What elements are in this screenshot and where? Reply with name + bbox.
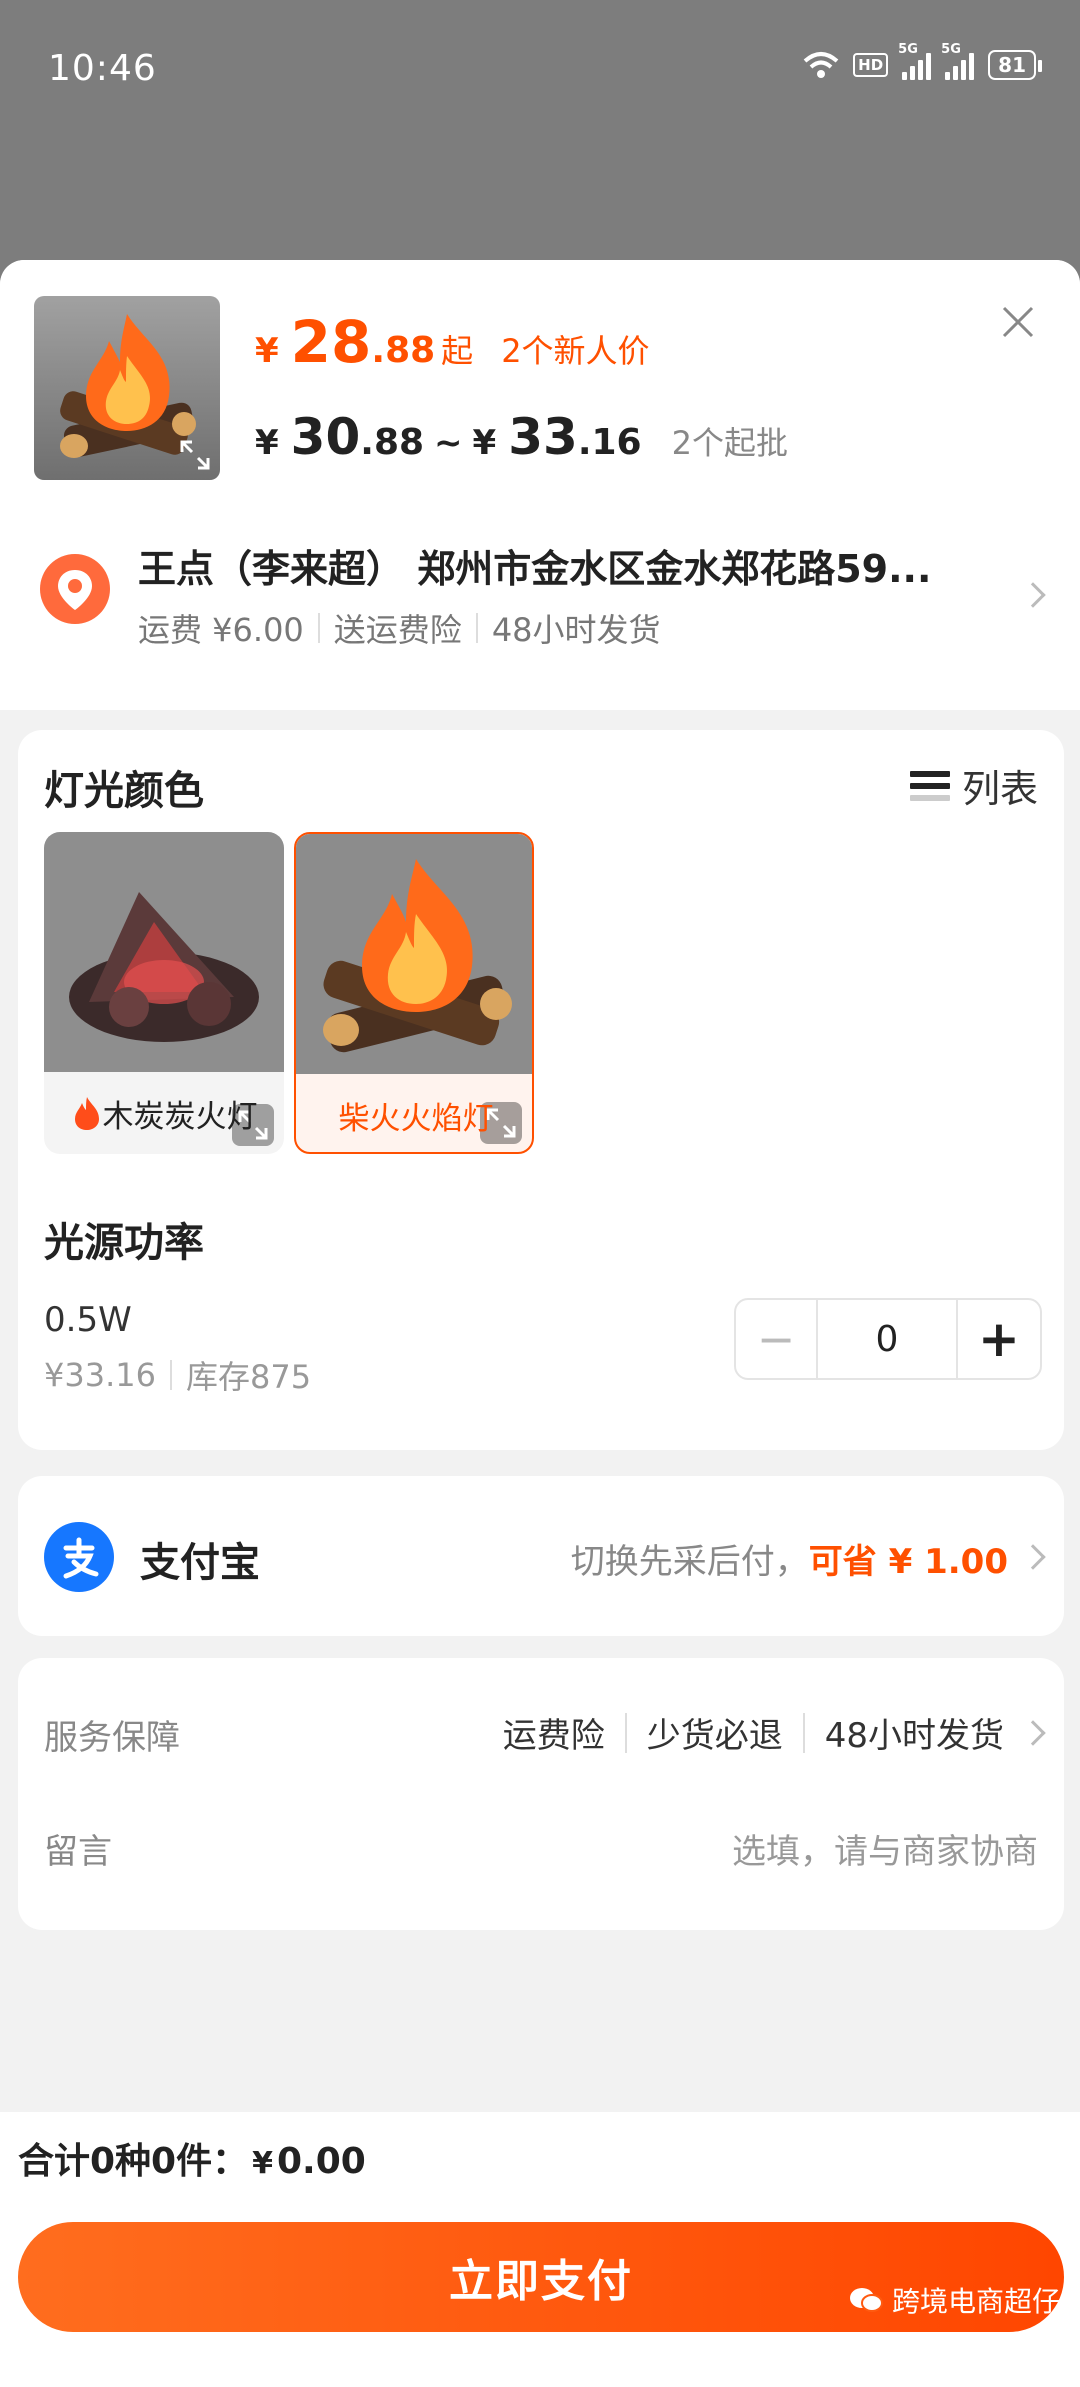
new-user-price: ¥ 28 .88 起 2个新人价 [255, 308, 650, 376]
dispatch-time: 48小时发货 [491, 611, 661, 649]
pay-later-offer: 切换先采后付，可省 ¥ 1.00 [570, 1542, 1008, 1582]
total-amount: 0.00 [276, 2141, 366, 2182]
service-item: 48小时发货 [824, 1716, 1004, 1756]
shipping-fee: 运费 ¥6.00 [138, 611, 304, 649]
power-section-title: 光源功率 [44, 1220, 204, 1266]
expand-icon [180, 440, 210, 470]
service-label: 服务保障 [44, 1718, 180, 1758]
sku-option-firewood[interactable]: 柴火火焰灯 [294, 832, 534, 1154]
shipping-insurance: 送运费险 [333, 611, 462, 649]
service-item: 运费险 [502, 1716, 605, 1756]
chevron-right-icon [1020, 1544, 1046, 1570]
status-time: 10:46 [48, 48, 157, 89]
status-bar: 10:46 HD 5G 5G 81 [0, 0, 1080, 140]
sku-label: 柴火火焰灯 [338, 1100, 494, 1137]
list-view-toggle[interactable]: 列表 [909, 758, 1038, 813]
signal-sim1-icon: 5G [898, 42, 932, 80]
sku-sheet: ¥ 28 .88 起 2个新人价 ¥ 30 .88 ~ ¥ 33 .16 2个起… [0, 260, 1080, 2387]
hd-icon: HD [853, 53, 889, 77]
product-thumbnail[interactable] [34, 296, 220, 480]
list-icon [909, 770, 950, 801]
wechat-icon [849, 2288, 883, 2312]
price-range: ¥ 30 .88 ~ ¥ 33 .16 2个起批 [255, 408, 788, 466]
message-label: 留言 [44, 1832, 112, 1872]
service-list[interactable]: 运费险 少货必退 48小时发货 [503, 1708, 1004, 1757]
address-row[interactable]: 王点（李来超） 郑州市金水区金水郑花路59... 运费 ¥6.00 送运费险 4… [0, 510, 1080, 680]
power-option-meta: ¥33.16 库存875 [44, 1352, 311, 1398]
color-section-title: 灯光颜色 [44, 768, 204, 814]
status-icons: HD 5G 5G 81 [803, 42, 1042, 80]
moq-label: 2个起批 [671, 424, 788, 462]
new-user-price-tag: 2个新人价 [501, 332, 650, 370]
service-item: 少货必退 [646, 1716, 783, 1756]
service-card: 服务保障 运费险 少货必退 48小时发货 留言 选填，请与商家协商 [18, 1658, 1064, 1930]
payment-card[interactable]: 支付宝 切换先采后付，可省 ¥ 1.00 [18, 1476, 1064, 1636]
signal-sim2-icon: 5G [941, 42, 975, 80]
savings-text: 可省 ¥ 1.00 [808, 1542, 1008, 1582]
message-input[interactable]: 选填，请与商家协商 [732, 1824, 1038, 1873]
payment-method-name: 支付宝 [140, 1540, 260, 1586]
firewood-lamp-image [296, 834, 532, 1074]
power-option-price: ¥33.16 [44, 1356, 156, 1394]
decrease-button[interactable]: − [736, 1300, 818, 1378]
sheet-header: ¥ 28 .88 起 2个新人价 ¥ 30 .88 ~ ¥ 33 .16 2个起… [0, 260, 1080, 710]
spec-card: 灯光颜色 列表 木炭炭火灯 柴火火焰灯 光源功率 0.5W ¥33.16 库存8… [18, 730, 1064, 1450]
power-option-name: 0.5W [44, 1300, 132, 1340]
quantity-stepper: − 0 + [734, 1298, 1042, 1380]
wifi-icon [803, 52, 839, 78]
charcoal-lamp-image [44, 832, 284, 1072]
power-option-stock: 库存875 [185, 1358, 312, 1396]
checkout-footer: 合计0种0件： ¥ 0.00 立即支付 跨境电商超仔 [0, 2112, 1080, 2387]
alipay-icon [44, 1522, 114, 1592]
chevron-right-icon [1020, 582, 1046, 608]
address-text: 王点（李来超） 郑州市金水区金水郑花路59... [138, 547, 932, 591]
quantity-input[interactable]: 0 [818, 1300, 956, 1378]
sku-label: 木炭炭火灯 [44, 1072, 284, 1154]
watermark: 跨境电商超仔 [848, 2280, 1060, 2320]
chevron-right-icon [1020, 1720, 1046, 1746]
increase-button[interactable]: + [956, 1300, 1040, 1378]
order-total: 合计0种0件： ¥ 0.00 [18, 2141, 366, 2182]
close-icon[interactable] [996, 300, 1040, 344]
battery-icon: 81 [988, 50, 1042, 80]
location-icon [40, 554, 110, 624]
delivery-info: 运费 ¥6.00 送运费险 48小时发货 [138, 605, 661, 651]
sku-option-charcoal[interactable]: 木炭炭火灯 [44, 832, 284, 1154]
fire-icon [74, 1097, 99, 1130]
